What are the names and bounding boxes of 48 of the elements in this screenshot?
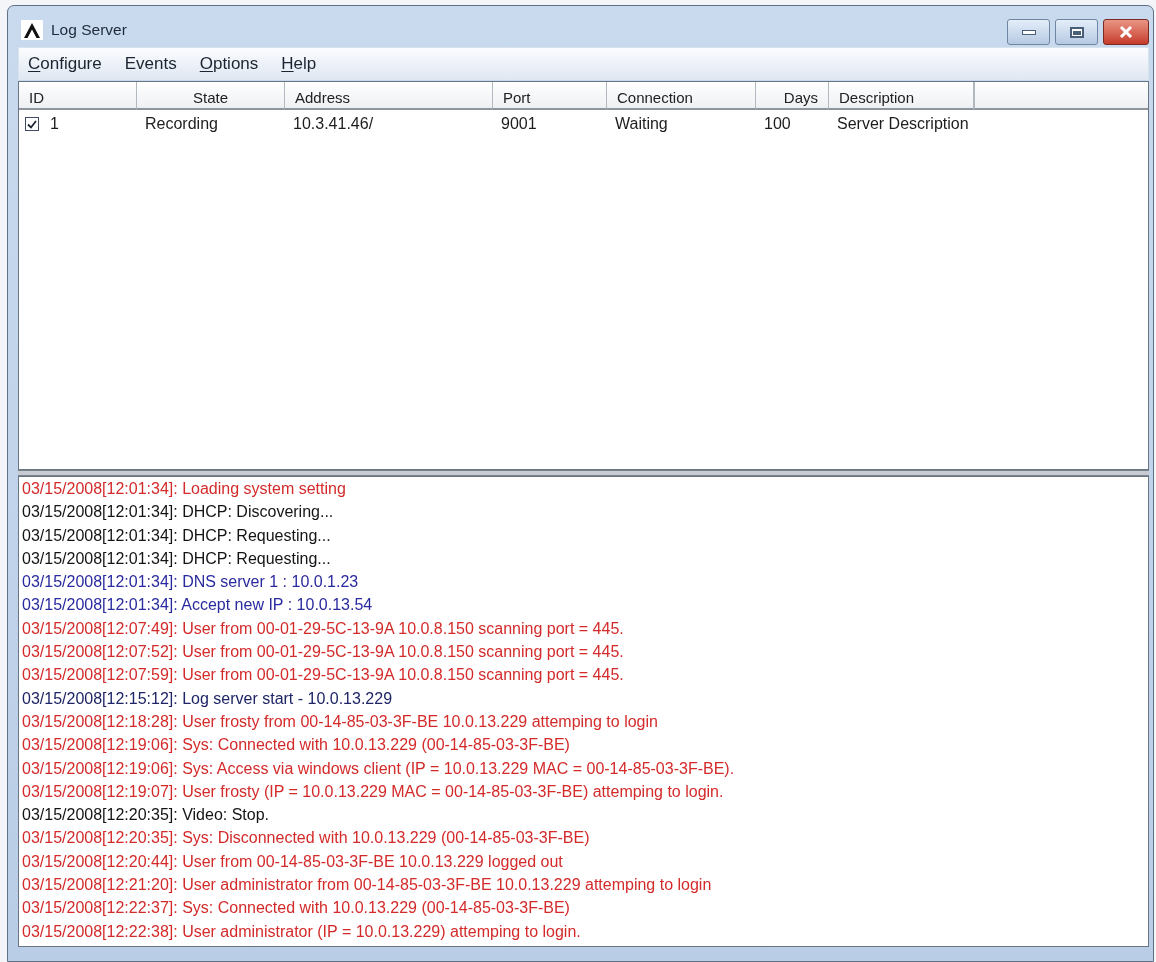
log-line: 03/15/2008[12:01:34]: DHCP: Requesting...: [22, 525, 331, 546]
table-cell: 1: [50, 116, 59, 132]
table-cell: Waiting: [615, 116, 668, 132]
log-line: 03/15/2008[12:19:06]: Sys: Connected with 10.0.13.229 (00-14-85-03-3F-BE): [22, 735, 570, 756]
column-header[interactable]: Port: [493, 82, 607, 110]
column-header[interactable]: State: [137, 82, 285, 110]
table-cell: 10.3.41.46/: [293, 116, 374, 132]
column-header[interactable]: Days: [756, 82, 829, 110]
log-line: 03/15/2008[12:01:34]: Accept new IP : 10.0.13.54: [22, 595, 373, 616]
close-icon: [1119, 26, 1133, 38]
log-line: 03/15/2008[12:20:35]: Video: Stop.: [22, 805, 270, 826]
log-line: 03/15/2008[12:01:34]: Loading system setting: [22, 479, 346, 499]
table-cell: Recording: [145, 116, 218, 132]
column-header[interactable]: Connection: [607, 82, 756, 110]
column-header[interactable]: ID: [19, 82, 137, 110]
log-line: 03/15/2008[12:07:59]: User from 00-01-29-5C-13-9A 10.0.8.150 scanning port = 445.: [22, 665, 624, 686]
log-line: 03/15/2008[12:01:34]: DNS server 1 : 10.0.1.23: [22, 572, 359, 593]
table-cell: Server Description: [837, 116, 969, 132]
menu-item[interactable]: Events: [116, 50, 185, 76]
table-cell: 9001: [501, 116, 537, 132]
menu-item[interactable]: Options: [191, 50, 267, 76]
minimize-icon: [1021, 29, 1036, 35]
log-line: 03/15/2008[12:19:06]: Sys: Access via windows client (IP = 10.0.13.229 MAC = 00-14-85-03-3F-BE).: [22, 758, 735, 779]
maximize-button[interactable]: [1055, 19, 1098, 45]
minimize-button[interactable]: [1007, 19, 1050, 45]
log-line: 03/15/2008[12:22:37]: Sys: Connected with 10.0.13.229 (00-14-85-03-3F-BE): [22, 898, 570, 919]
column-header[interactable]: Description: [829, 82, 974, 110]
menu-item[interactable]: Help: [273, 50, 325, 76]
close-button[interactable]: [1103, 19, 1149, 45]
row-checkbox[interactable]: [25, 117, 39, 131]
check-icon: [27, 119, 37, 129]
maximize-icon: [1069, 26, 1084, 38]
column-header[interactable]: Address: [285, 82, 493, 110]
log-line: 03/15/2008[12:20:35]: Sys: Disconnected with 10.0.13.229 (00-14-85-03-3F-BE): [22, 828, 590, 849]
table-cell: 100: [764, 116, 791, 132]
log-line: 03/15/2008[12:19:07]: User frosty (IP = 10.0.13.229 MAC = 00-14-85-03-3F-BE) attemping to login.: [22, 781, 724, 802]
log-line: 03/15/2008[12:20:44]: User from 00-14-85-03-3F-BE 10.0.13.229 logged out: [22, 851, 563, 872]
log-line: 03/15/2008[12:15:12]: Log server start - 10.0.13.229: [22, 688, 393, 709]
app-logo-icon: [21, 20, 43, 40]
log-line: 03/15/2008[12:21:20]: User administrator from 00-14-85-03-3F-BE 10.0.13.229 attemping to login: [22, 875, 712, 896]
log-line: 03/15/2008[12:07:52]: User from 00-01-29-5C-13-9A 10.0.8.150 scanning port = 445.: [22, 642, 624, 663]
log-line: 03/15/2008[12:01:34]: DHCP: Discovering...: [22, 502, 334, 523]
log-line: 03/15/2008[12:22:38]: User administrator (IP = 10.0.13.229) attemping to login.: [22, 921, 581, 942]
log-line: 03/15/2008[12:01:34]: DHCP: Requesting...: [22, 548, 331, 569]
window-title: Log Server: [51, 22, 127, 38]
log-line: 03/15/2008[12:07:49]: User from 00-01-29-5C-13-9A 10.0.8.150 scanning port = 445.: [22, 618, 624, 639]
log-line: 03/15/2008[12:18:28]: User frosty from 00-14-85-03-3F-BE 10.0.13.229 attemping to login: [22, 711, 658, 732]
menu-item[interactable]: Configure: [20, 50, 110, 76]
